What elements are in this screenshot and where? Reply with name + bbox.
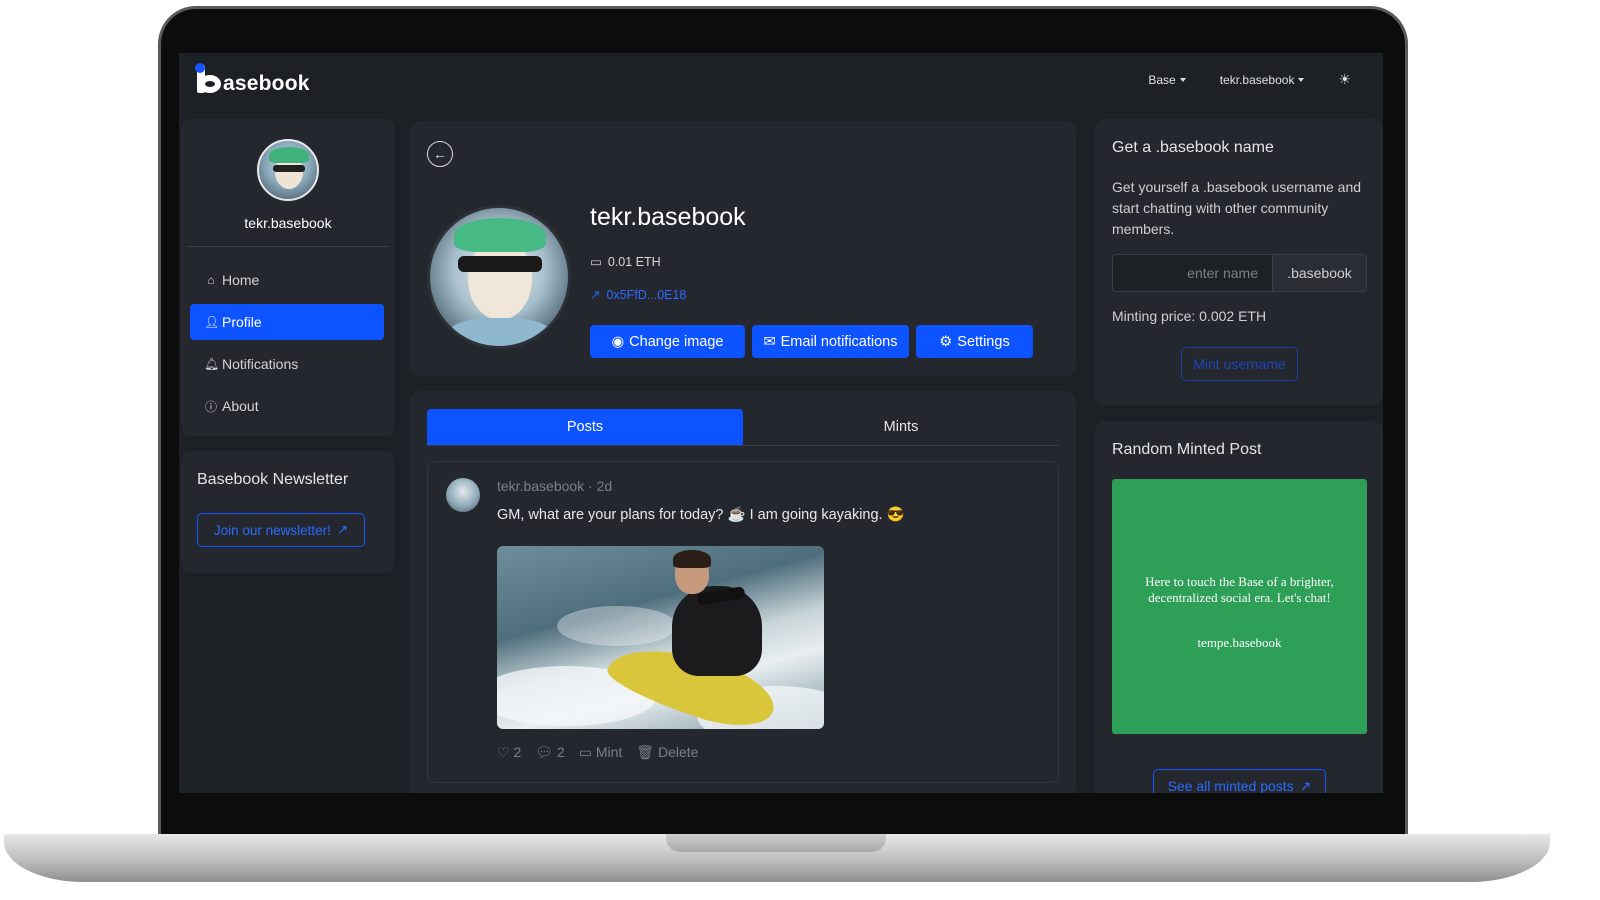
post-text: GM, what are your plans for today? ☕ I a… <box>497 507 905 523</box>
logo-b-icon <box>195 63 223 95</box>
trash-icon: 🗑︎ <box>636 744 655 760</box>
tab-mints[interactable]: Mints <box>743 409 1059 445</box>
sidebar-item-profile[interactable]: 👤︎ Profile <box>190 304 384 340</box>
post-meta: tekr.basebook · 2d <box>497 478 613 494</box>
account-dropdown[interactable]: tekr.basebook <box>1220 73 1305 87</box>
user-circle-icon: ◉ <box>611 333 625 350</box>
sidebar-item-about[interactable]: ⓘ About <box>190 388 384 424</box>
comment-count: 2 <box>556 744 565 760</box>
sidebar-divider <box>187 246 389 247</box>
laptop-notch <box>666 834 886 852</box>
sidebar-item-label: Notifications <box>222 356 299 372</box>
join-newsletter-button[interactable]: Join our newsletter! ↗ <box>197 513 365 547</box>
heart-icon: ♡ <box>497 744 510 760</box>
logo-text: asebook <box>223 72 310 95</box>
sun-icon[interactable]: ☀ <box>1338 71 1351 88</box>
laptop-frame: asebook Base tekr.basebook ☀ tekr.basebo… <box>0 0 1600 900</box>
sidebar-item-label: Home <box>222 272 260 288</box>
post-author-avatar[interactable] <box>446 478 480 512</box>
nft-message: Here to touch the Base of a brighter, de… <box>1145 574 1334 605</box>
like-count: 2 <box>513 744 522 760</box>
random-post-title: Random Minted Post <box>1112 441 1262 458</box>
post-image[interactable] <box>497 546 824 729</box>
name-card-description: Get yourself a .basebook username and st… <box>1112 179 1362 237</box>
newsletter-title: Basebook Newsletter <box>197 471 349 488</box>
newsletter-card: Basebook Newsletter Join our newsletter!… <box>181 451 395 573</box>
sidebar-menu: ⌂ Home 👤︎ Profile 🔔︎ Notifications ⓘ Abo… <box>190 262 384 430</box>
external-link-icon: ↗ <box>336 522 349 537</box>
change-image-button[interactable]: ◉ Change image <box>590 325 745 358</box>
wallet-icon: ▭ <box>590 255 602 269</box>
gear-icon: ⚙ <box>939 333 953 350</box>
network-dropdown[interactable]: Base <box>1148 73 1185 87</box>
sidebar-item-label: Profile <box>222 314 262 330</box>
change-image-label: Change image <box>629 333 724 350</box>
sidebar-item-label: About <box>222 398 259 414</box>
question-icon: ⓘ <box>204 399 217 414</box>
home-icon: ⌂ <box>207 273 215 287</box>
name-card-title: Get a .basebook name <box>1112 139 1274 156</box>
envelope-icon: ✉ <box>763 333 776 350</box>
top-navbar: asebook Base tekr.basebook ☀ <box>179 53 1383 109</box>
see-all-label: See all minted posts <box>1167 778 1294 793</box>
bell-icon: 🔔︎ <box>204 357 220 371</box>
post-item: tekr.basebook · 2d GM, what are your pla… <box>427 461 1059 783</box>
sidebar-item-home[interactable]: ⌂ Home <box>190 262 384 298</box>
settings-label: Settings <box>957 333 1010 350</box>
minting-price: Minting price: 0.002 ETH <box>1112 308 1267 324</box>
app-screen: asebook Base tekr.basebook ☀ tekr.basebo… <box>179 53 1383 793</box>
email-notifications-button[interactable]: ✉ Email notifications <box>752 325 909 358</box>
delete-button[interactable]: 🗑︎ Delete <box>636 744 698 761</box>
nav-right: Base tekr.basebook ☀ <box>1148 71 1351 88</box>
profile-name: tekr.basebook <box>590 203 746 231</box>
sidebar-username: tekr.basebook <box>244 215 332 231</box>
basebook-logo[interactable]: asebook <box>195 63 310 95</box>
mint-button[interactable]: ▭ Mint <box>579 744 623 761</box>
comment-icon: 💬︎ <box>535 744 554 760</box>
profile-address-link[interactable]: ↗ 0x5FfD...0E18 <box>590 287 687 303</box>
username-suffix: .basebook <box>1272 254 1367 292</box>
balance-value: 0.01 ETH <box>607 254 661 269</box>
profile-card: ← tekr.basebook ▭ 0.01 ETH ↗ 0x5FfD...0E… <box>410 121 1076 376</box>
basebook-name-card: Get a .basebook name Get yourself a .bas… <box>1095 119 1383 405</box>
profile-avatar <box>427 205 571 349</box>
external-link-icon: ↗ <box>1299 777 1312 794</box>
posts-card: Posts Mints tekr.basebook · 2d GM, what … <box>410 391 1076 793</box>
mint-username-button[interactable]: Mint username <box>1181 347 1298 381</box>
random-minted-post-card: Random Minted Post Here to touch the Bas… <box>1095 421 1383 793</box>
mint-label: Mint <box>595 744 623 760</box>
user-icon: 👤︎ <box>204 315 220 329</box>
post-author[interactable]: tekr.basebook <box>497 478 584 494</box>
like-button[interactable]: ♡ 2 <box>497 744 521 761</box>
username-input[interactable] <box>1112 254 1273 292</box>
back-arrow-icon[interactable]: ← <box>427 141 453 167</box>
post-actions: ♡ 2 💬︎ 2 ▭ Mint 🗑︎ Delete <box>497 744 698 761</box>
address-value: 0x5FfD...0E18 <box>606 287 687 302</box>
external-link-icon: ↗ <box>590 288 601 302</box>
nft-author: tempe.basebook <box>1197 635 1282 650</box>
tab-posts[interactable]: Posts <box>427 409 743 445</box>
wallet-icon: ▭ <box>578 744 592 760</box>
minted-post-nft[interactable]: Here to touch the Base of a brighter, de… <box>1112 479 1367 734</box>
post-age: 2d <box>596 478 613 494</box>
sidebar: tekr.basebook ⌂ Home 👤︎ Profile 🔔︎ Notif… <box>181 119 395 436</box>
see-all-minted-posts-button[interactable]: See all minted posts ↗ <box>1153 769 1326 793</box>
email-notifications-label: Email notifications <box>780 333 898 350</box>
profile-tabs: Posts Mints <box>427 409 1059 446</box>
profile-balance: ▭ 0.01 ETH <box>590 254 661 270</box>
sidebar-item-notifications[interactable]: 🔔︎ Notifications <box>190 346 384 382</box>
delete-label: Delete <box>657 744 699 760</box>
join-newsletter-label: Join our newsletter! <box>213 522 331 538</box>
sidebar-avatar[interactable] <box>257 139 319 201</box>
settings-button[interactable]: ⚙ Settings <box>916 325 1033 358</box>
comment-button[interactable]: 💬︎ 2 <box>535 744 564 761</box>
